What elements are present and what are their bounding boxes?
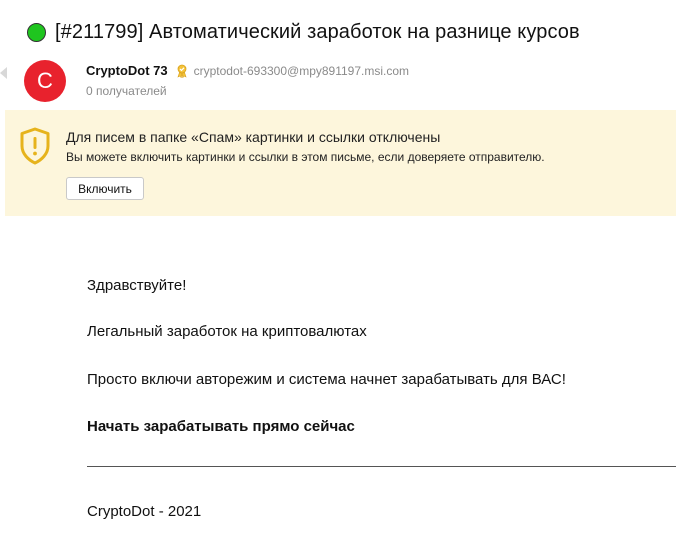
shield-warning-icon (19, 127, 51, 165)
sender-line: CryptoDot 73 cryptodot-693300@mpy891197.… (86, 63, 409, 79)
sender-name[interactable]: CryptoDot 73 (86, 63, 168, 78)
collapse-arrow-icon[interactable] (0, 67, 7, 79)
body-divider (87, 466, 676, 467)
body-footer: CryptoDot - 2021 (87, 503, 202, 520)
avatar-letter: C (37, 68, 53, 93)
spam-notice-title: Для писем в папке «Спам» картинки и ссыл… (66, 129, 441, 145)
body-line-autopilot: Просто включи авторежим и система начнет… (87, 371, 566, 388)
email-view: [#211799] Автоматический заработок на ра… (0, 0, 676, 542)
verified-sender-icon (175, 64, 189, 79)
sender-avatar[interactable]: C (24, 60, 66, 102)
enable-images-button[interactable]: Включить (66, 177, 144, 200)
email-subject-row: [#211799] Автоматический заработок на ра… (27, 17, 580, 47)
spam-notice-subtitle: Вы можете включить картинки и ссылки в э… (66, 150, 545, 164)
body-cta-link[interactable]: Начать зарабатывать прямо сейчас (87, 418, 355, 435)
status-dot-icon (27, 22, 46, 42)
body-greeting: Здравствуйте! (87, 277, 187, 294)
spam-warning-banner: Для писем в папке «Спам» картинки и ссыл… (5, 110, 676, 216)
body-line-legal-earnings: Легальный заработок на криптовалютах (87, 323, 367, 340)
email-subject: [#211799] Автоматический заработок на ра… (55, 20, 580, 43)
sender-email[interactable]: cryptodot-693300@mpy891197.msi.com (194, 64, 409, 78)
recipients-count[interactable]: 0 получателей (86, 84, 167, 98)
